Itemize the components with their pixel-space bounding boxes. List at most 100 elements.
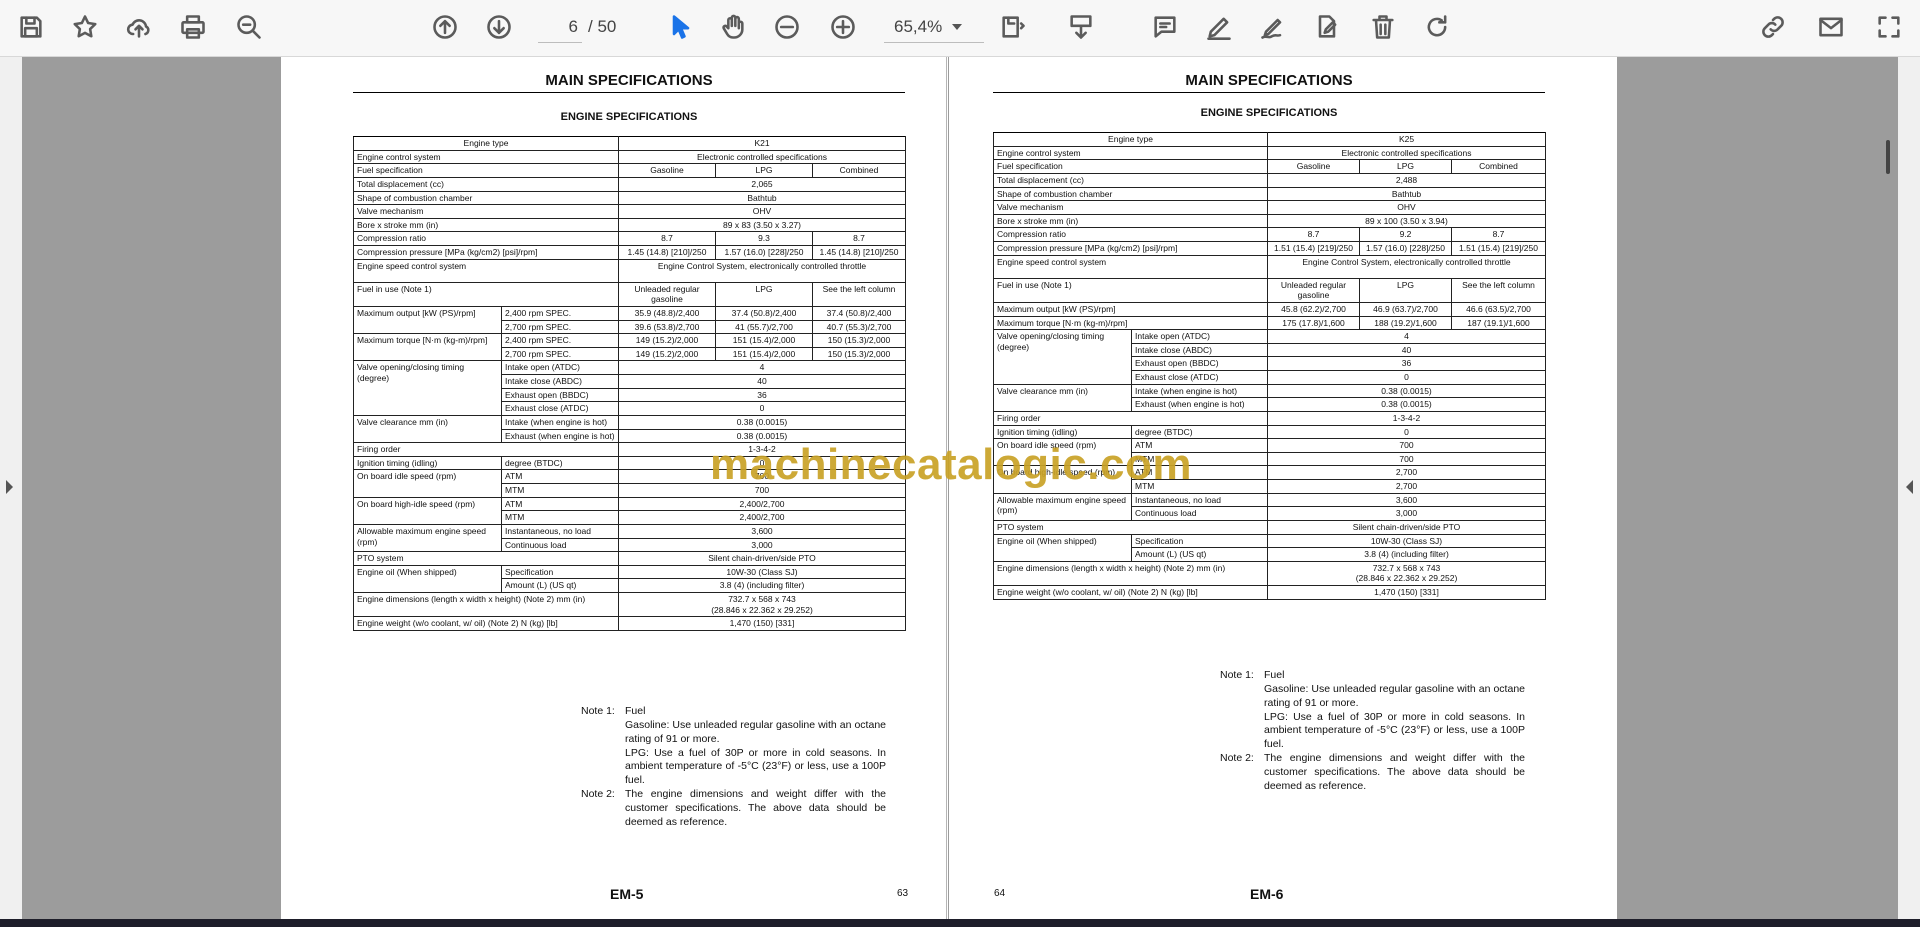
mail-icon[interactable] xyxy=(1814,10,1848,44)
table-cell: Bore x stroke mm (in) xyxy=(353,217,619,233)
table-cell: 4 xyxy=(618,360,906,375)
table-cell: PTO system xyxy=(993,519,1268,535)
note-title: Fuel xyxy=(625,705,646,717)
note-1: Note 1: Fuel Gasoline: Use unleaded regula… xyxy=(1220,669,1525,752)
table-cell: Electronic controlled specifications xyxy=(618,149,906,165)
table-cell: Bathtub xyxy=(1267,186,1546,202)
table-cell: 700 xyxy=(1267,451,1546,467)
page-up-icon[interactable] xyxy=(428,10,462,44)
table-cell: 9.3 xyxy=(715,231,813,246)
table-cell: 0.38 (0.0015) xyxy=(1267,383,1546,399)
table-cell: Valve mechanism xyxy=(993,200,1268,215)
table-cell: 1.51 (15.4) [219]/250 xyxy=(1267,241,1360,256)
zoom-minus-icon[interactable] xyxy=(770,10,804,44)
page-subtitle: ENGINE SPECIFICATIONS xyxy=(1200,107,1338,119)
page-count: / 50 xyxy=(588,12,616,42)
comment-icon[interactable] xyxy=(1148,10,1182,44)
table-cell: Engine type xyxy=(993,132,1268,147)
table-cell: Shape of combustion chamber xyxy=(353,190,619,206)
table-cell: Compression pressure [MPa (kg/cm2) [psi]… xyxy=(993,241,1268,256)
table-cell: Engine speed control system xyxy=(993,254,1268,279)
table-cell: 4 xyxy=(1267,329,1546,344)
trash-icon[interactable] xyxy=(1366,10,1400,44)
dimension-value: 732.7 x 568 x 743 xyxy=(1372,562,1441,573)
table-cell: 89 x 100 (3.50 x 3.94) xyxy=(1267,213,1546,229)
edit-doc-icon[interactable] xyxy=(1310,10,1344,44)
page-number-input[interactable]: 6 xyxy=(538,12,582,43)
table-cell: Compression pressure [MPa (kg/cm2) [psi]… xyxy=(353,245,619,260)
note-text: LPG: Use a fuel of 30P or more in cold s… xyxy=(625,746,886,787)
table-cell: 37.4 (50.8)/2,400 xyxy=(812,305,906,321)
note-text: The engine dimensions and weight differ … xyxy=(625,788,886,828)
table-cell: Engine type xyxy=(353,136,619,151)
table-cell: 2,700 rpm SPEC. xyxy=(501,346,619,362)
table-cell: MTM xyxy=(501,483,619,498)
note-text: The engine dimensions and weight differ … xyxy=(1264,752,1525,792)
table-cell: 37.4 (50.8)/2,400 xyxy=(715,305,813,321)
star-icon[interactable] xyxy=(68,10,102,44)
download-icon[interactable] xyxy=(1064,10,1098,44)
select-cursor-icon[interactable] xyxy=(664,10,698,44)
hand-icon[interactable] xyxy=(716,10,750,44)
table-cell: 149 (15.2)/2,000 xyxy=(618,333,716,348)
table-cell: 8.7 xyxy=(1451,227,1546,242)
print-icon[interactable] xyxy=(176,10,210,44)
table-cell: 2,700 rpm SPEC. xyxy=(501,319,619,335)
link-icon[interactable] xyxy=(1756,10,1790,44)
table-cell: degree (BTDC) xyxy=(1131,424,1268,440)
table-cell: Intake open (ATDC) xyxy=(1131,329,1268,344)
table-cell: Shape of combustion chamber xyxy=(993,186,1268,202)
table-cell: 1,470 (150) [331] xyxy=(1267,585,1546,600)
table-cell: Ignition timing (idling) xyxy=(993,424,1132,440)
table-cell: Maximum output [kW (PS)/rpm] xyxy=(993,301,1268,317)
note-title: Fuel xyxy=(1264,669,1285,681)
table-cell: 2,065 xyxy=(618,176,906,192)
table-cell: 2,700 xyxy=(1267,479,1546,494)
zoom-plus-icon[interactable] xyxy=(826,10,860,44)
table-cell: 10W-30 (Class SJ) xyxy=(618,564,906,580)
page-subtitle: ENGINE SPECIFICATIONS xyxy=(560,111,698,123)
table-cell: Valve clearance mm (in) xyxy=(993,383,1132,412)
table-cell: 1.51 (15.4) [219]/250 xyxy=(1451,241,1546,256)
table-cell: Fuel specification xyxy=(353,163,619,178)
title-rule xyxy=(993,92,1545,93)
table-cell: 3,600 xyxy=(618,523,906,539)
page-separator: / xyxy=(588,17,593,36)
page-number: 63 xyxy=(897,888,909,899)
note-label: Note 2: xyxy=(1220,752,1254,765)
table-cell: 1,470 (150) [331] xyxy=(618,616,906,631)
zoom-out-search-icon[interactable] xyxy=(232,10,266,44)
save-icon[interactable] xyxy=(14,10,48,44)
table-cell: 3,000 xyxy=(618,537,906,553)
scrollbar-thumb[interactable] xyxy=(1886,140,1890,174)
table-cell: Fuel in use (Note 1) xyxy=(993,277,1268,303)
sign-icon[interactable] xyxy=(1256,10,1290,44)
table-cell: 1.45 (14.8) [210]/250 xyxy=(812,245,906,260)
table-cell: Engine weight (w/o coolant, w/ oil) (Not… xyxy=(353,616,619,631)
left-panel-arrow-icon[interactable] xyxy=(6,480,13,494)
view-mode-icon[interactable] xyxy=(996,10,1030,44)
table-cell: Firing order xyxy=(353,442,619,457)
table-cell: 0.38 (0.0015) xyxy=(618,414,906,430)
engine-spec-table-k21: Engine type K21 Engine control system Elec… xyxy=(353,136,906,631)
table-cell: Engine dimensions (length x width x heig… xyxy=(353,591,619,618)
table-cell: Engine speed control system xyxy=(353,258,619,283)
expand-icon[interactable] xyxy=(1872,10,1906,44)
table-cell: ATM xyxy=(501,469,619,484)
note-2: Note 2: The engine dimensions and weight … xyxy=(581,788,886,830)
right-panel-arrow-icon[interactable] xyxy=(1906,480,1913,494)
table-cell: LPG xyxy=(1359,277,1452,303)
chevron-down-icon[interactable] xyxy=(952,24,962,30)
table-cell: 2,400 rpm SPEC. xyxy=(501,305,619,321)
page-down-icon[interactable] xyxy=(482,10,516,44)
table-cell: Engine control system xyxy=(353,149,619,165)
table-cell: 41 (55.7)/2,700 xyxy=(715,319,813,335)
zoom-level-select[interactable]: 65,4% xyxy=(884,12,984,43)
table-cell: 2,400 rpm SPEC. xyxy=(501,333,619,348)
table-cell: 175 (17.8)/1,600 xyxy=(1267,315,1360,331)
table-cell: 8.7 xyxy=(812,231,906,246)
redo-icon[interactable] xyxy=(1420,10,1454,44)
upload-icon[interactable] xyxy=(122,10,156,44)
pen-icon[interactable] xyxy=(1202,10,1236,44)
table-cell: 700 xyxy=(1267,438,1546,453)
